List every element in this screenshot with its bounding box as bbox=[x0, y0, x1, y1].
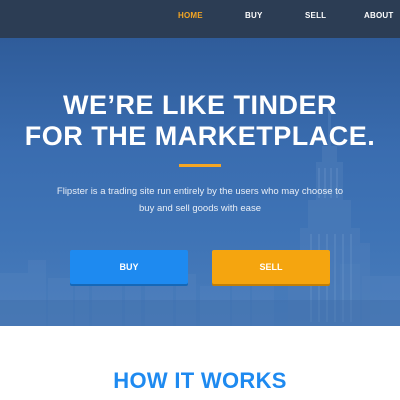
hero-title: WE’RE LIKE TINDER FOR THE MARKETPLACE. bbox=[0, 90, 400, 152]
city-skyline-background bbox=[0, 108, 400, 326]
nav-home-link[interactable]: HOME bbox=[178, 11, 203, 21]
buy-button[interactable]: BUY bbox=[70, 250, 188, 284]
hero-description: Flipster is a trading site run entirely … bbox=[56, 186, 344, 214]
hero-section: WE’RE LIKE TINDER FOR THE MARKETPLACE. F… bbox=[0, 38, 400, 326]
sell-button[interactable]: SELL bbox=[212, 250, 330, 284]
hero-divider bbox=[179, 164, 221, 167]
nav-buy-link[interactable]: BUY bbox=[245, 11, 263, 21]
nav-about-link[interactable]: ABOUT bbox=[364, 11, 393, 21]
hero-title-line-2: FOR THE MARKETPLACE. bbox=[24, 121, 376, 151]
hero-title-line-1: WE’RE LIKE TINDER bbox=[62, 90, 337, 120]
how-it-works-heading: HOW IT WORKS bbox=[113, 368, 287, 393]
top-navbar: HOME BUY SELL ABOUT bbox=[0, 0, 400, 38]
nav-sell-link[interactable]: SELL bbox=[305, 11, 326, 21]
